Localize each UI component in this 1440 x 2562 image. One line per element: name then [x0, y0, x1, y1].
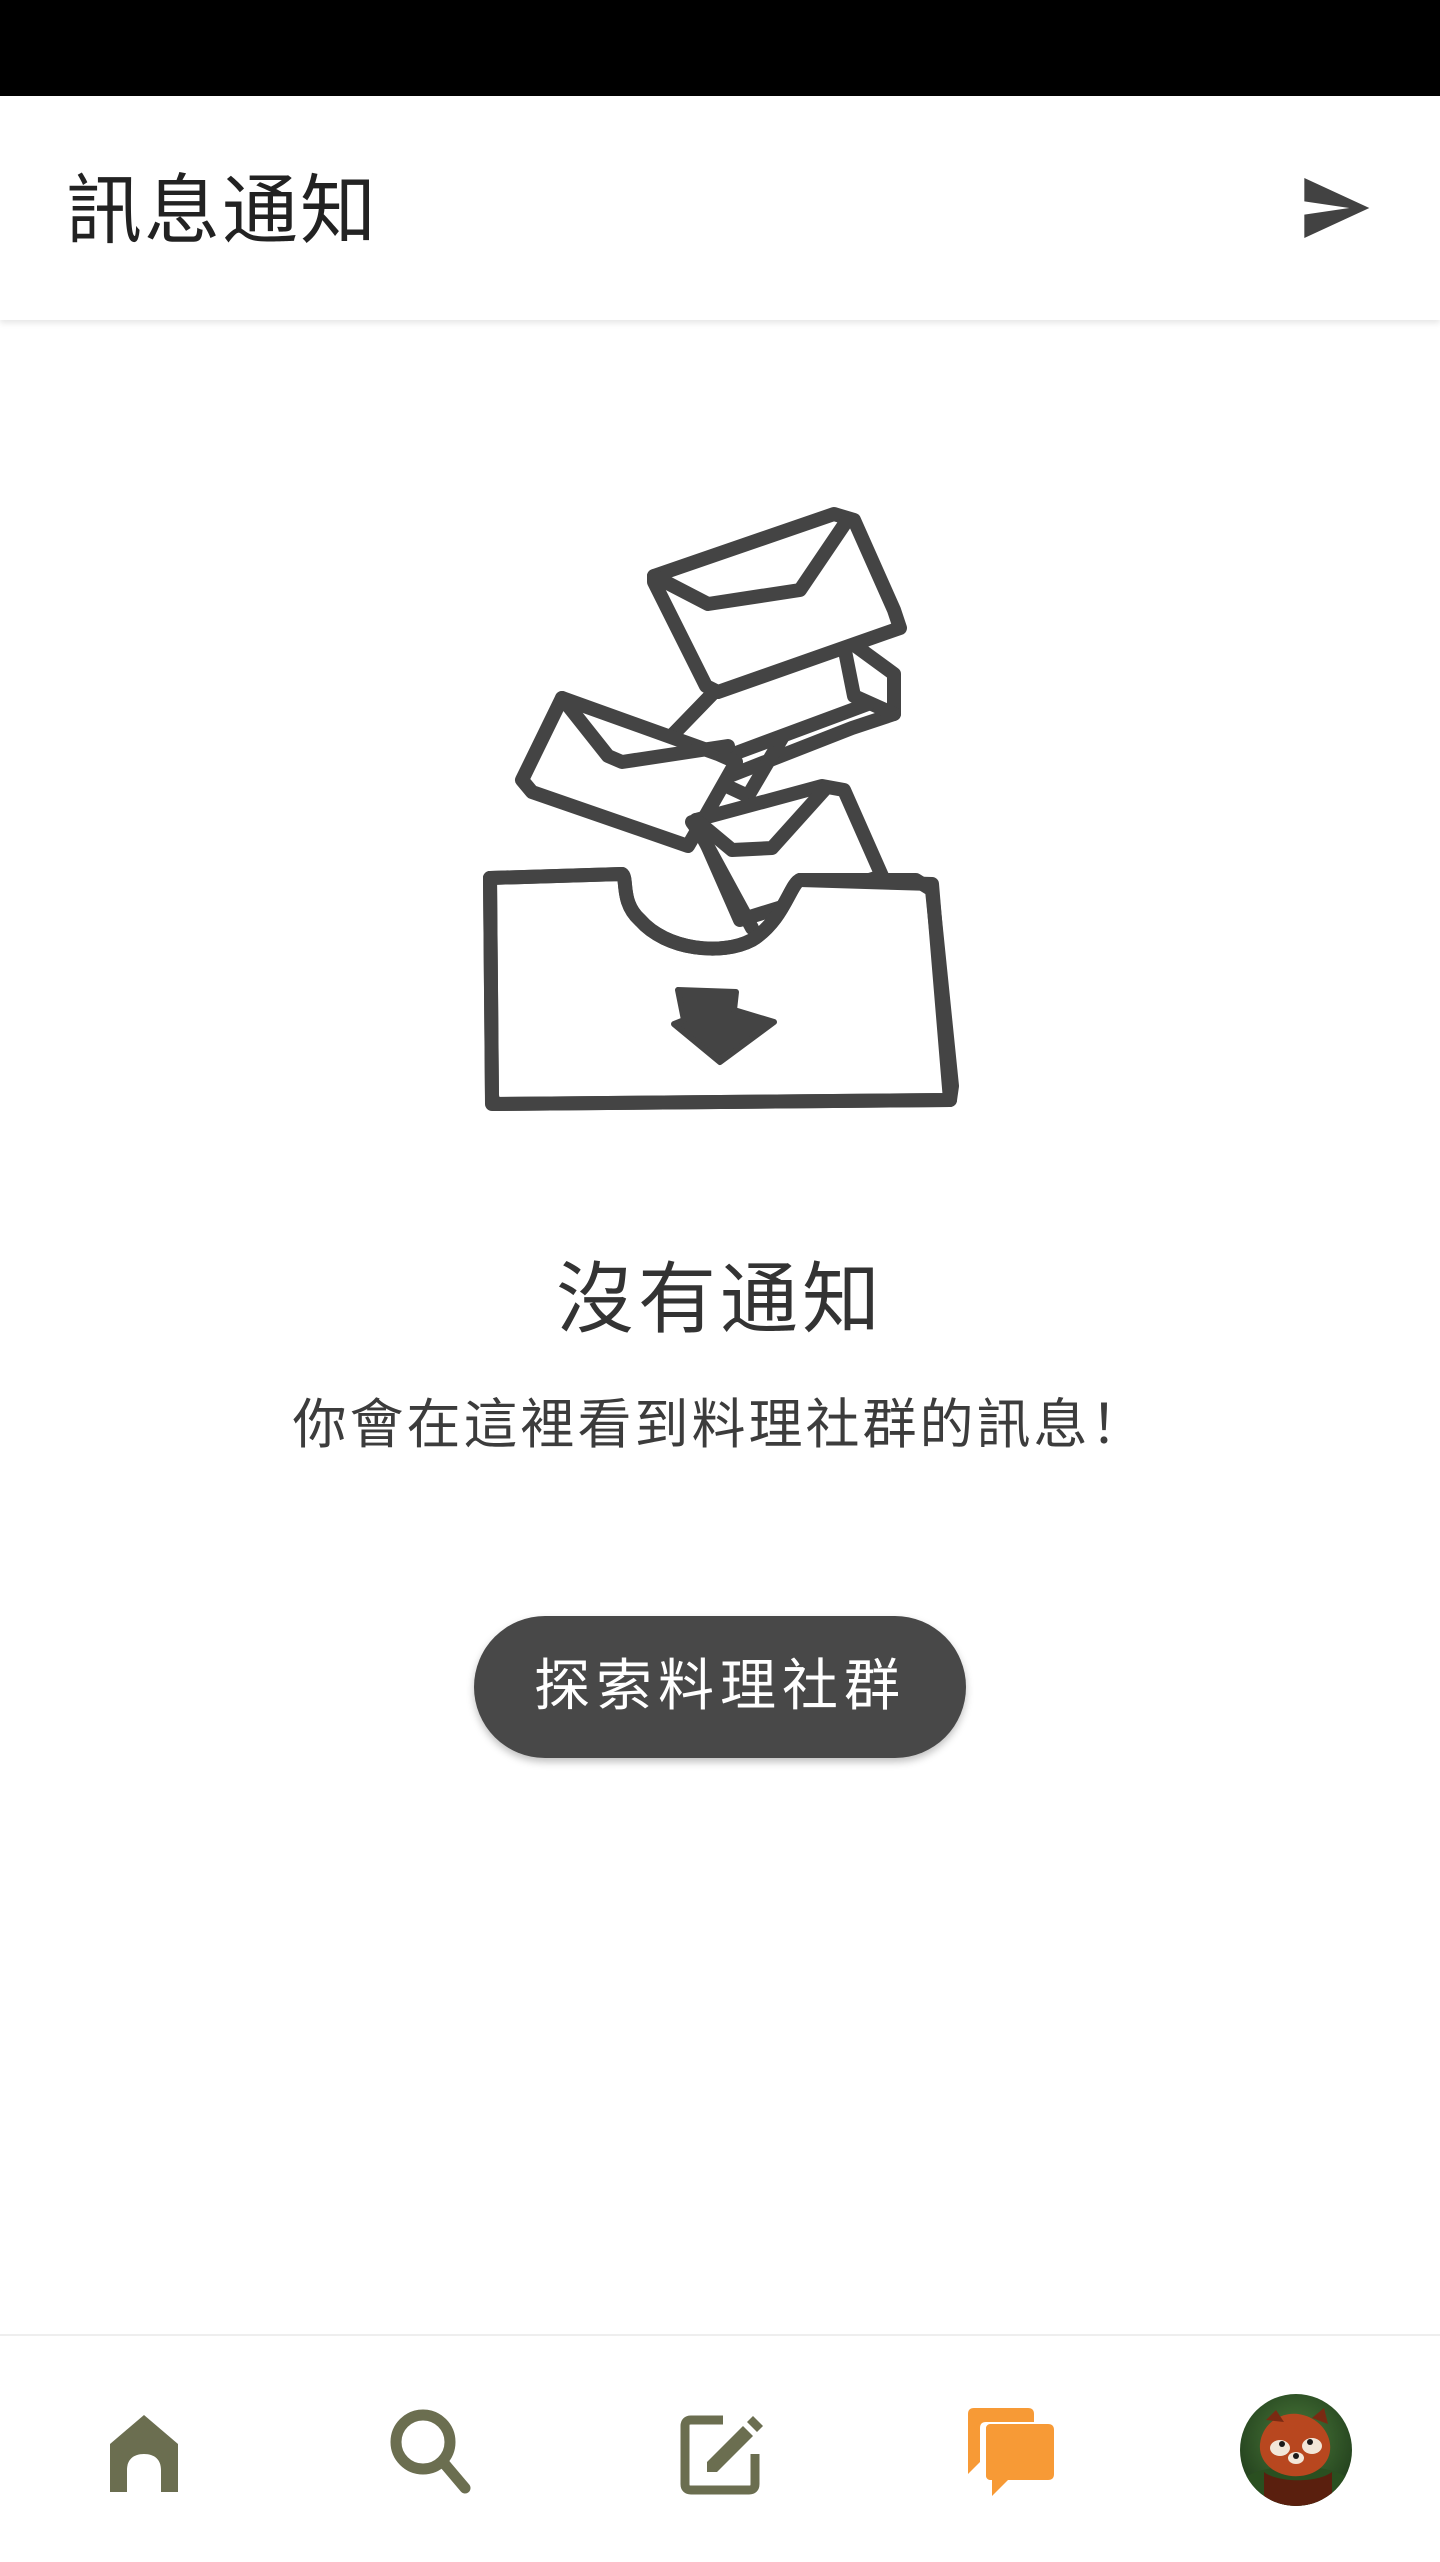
nav-home[interactable] — [89, 2398, 199, 2508]
search-icon — [390, 2409, 471, 2494]
home-icon — [110, 2415, 178, 2492]
nav-messages[interactable] — [956, 2398, 1066, 2508]
compose-icon — [680, 2415, 763, 2495]
send-icon — [1304, 178, 1370, 238]
messages-icon — [968, 2408, 1054, 2496]
nav-search[interactable] — [377, 2398, 487, 2508]
send-button[interactable] — [1296, 168, 1376, 248]
nav-compose[interactable] — [665, 2398, 775, 2508]
avatar[interactable] — [1240, 2394, 1352, 2506]
empty-state-subtitle: 你會在這裡看到料理社群的訊息！ — [292, 1393, 1148, 1456]
page-title: 訊息通知 — [66, 166, 378, 255]
app-header: 訊息通知 — [0, 96, 1440, 320]
status-bar — [0, 0, 1440, 96]
explore-community-button[interactable]: 探索料理社群 — [474, 1616, 966, 1758]
empty-state-title: 沒有通知 — [555, 1255, 884, 1345]
red-panda-avatar-image — [1240, 2394, 1352, 2506]
bottom-navigation — [0, 2334, 1440, 2562]
inbox-envelopes-illustration — [470, 500, 970, 1140]
empty-state: 沒有通知 你會在這裡看到料理社群的訊息！ 探索料理社群 — [0, 320, 1440, 2318]
